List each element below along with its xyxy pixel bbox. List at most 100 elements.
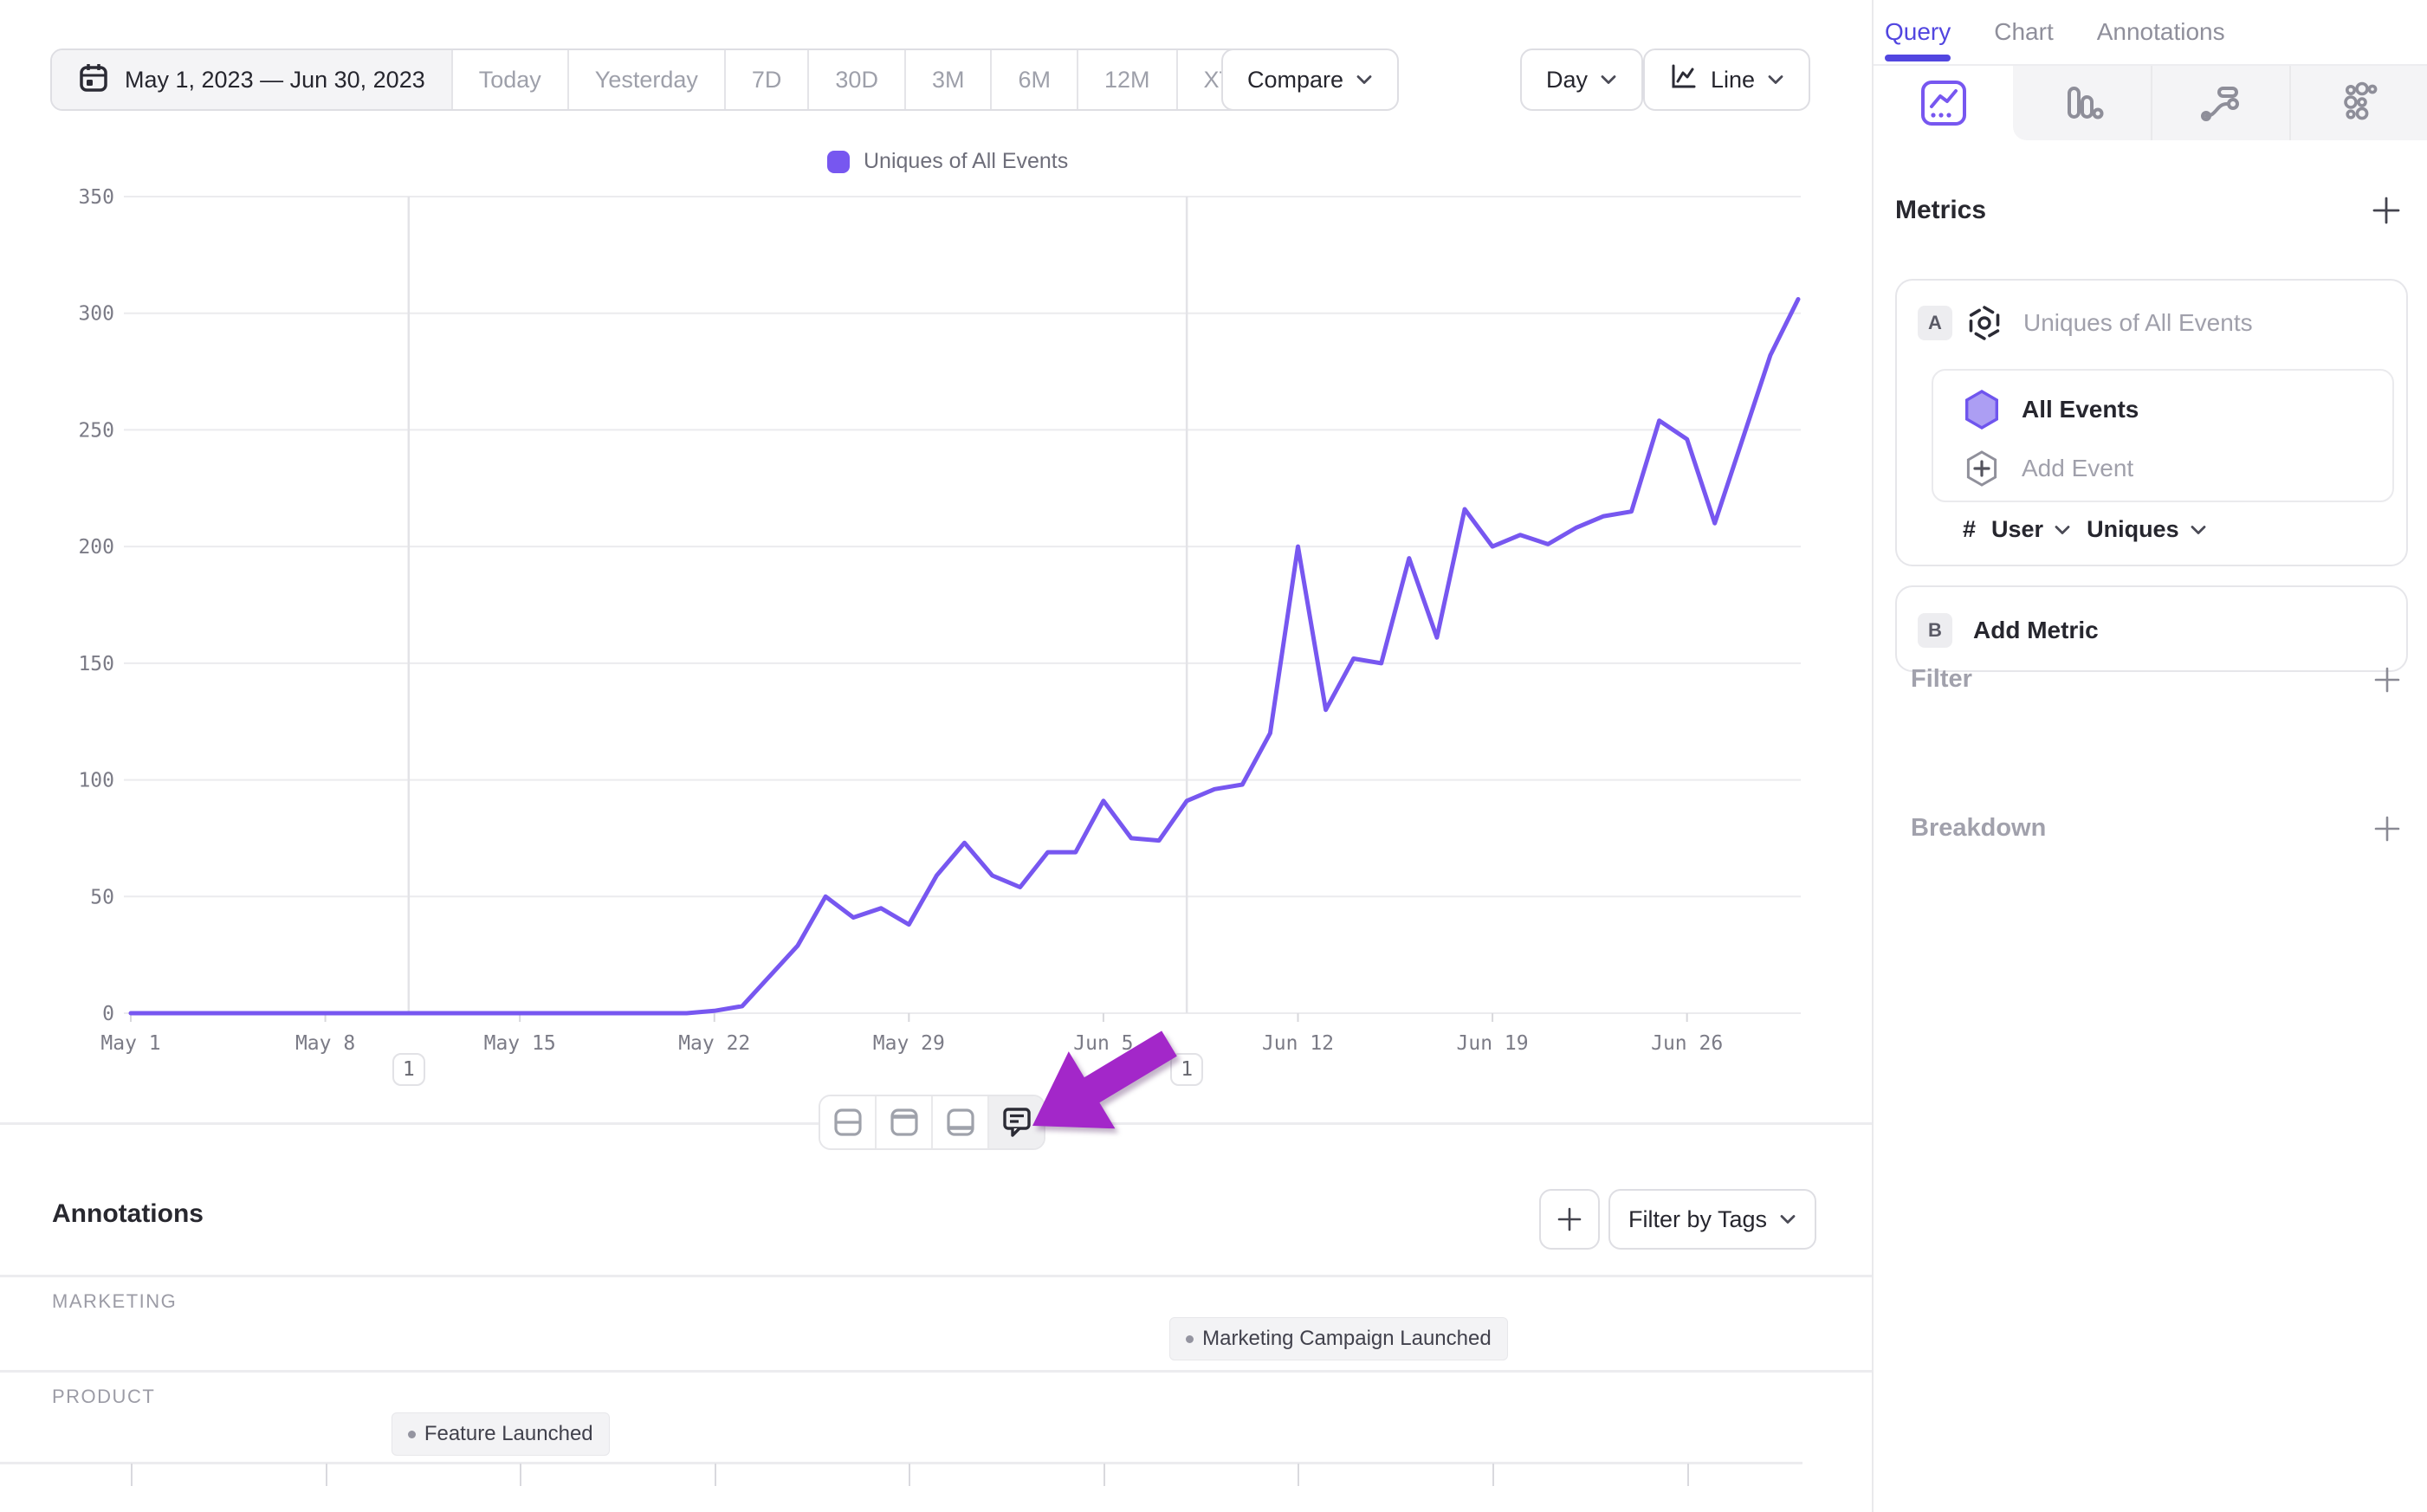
annotations-bubble-icon[interactable] — [987, 1096, 1044, 1148]
compare-button[interactable]: Compare — [1221, 48, 1399, 111]
query-side-panel: Query Chart Annotations — [1872, 0, 2427, 1512]
preset-button-7d[interactable]: 7D — [724, 50, 808, 109]
metric-settings-icon[interactable] — [1964, 303, 2004, 343]
x-tick-label: Jun 12 — [1262, 1032, 1334, 1055]
lane-label-product: PRODUCT — [52, 1386, 155, 1408]
chevron-down-icon — [2054, 525, 2071, 535]
add-event-row[interactable]: Add Event — [1963, 449, 2133, 488]
x-tick-label: Jun 26 — [1651, 1032, 1723, 1055]
metrics-header: Metrics — [1895, 196, 2401, 225]
aggregation-row: # User Uniques — [1963, 516, 2207, 543]
ruler-tick — [520, 1464, 521, 1486]
annotation-dot-icon — [408, 1431, 416, 1438]
event-hexagon-icon — [1961, 388, 2003, 431]
annotations-timeline-ruler — [0, 1462, 1802, 1464]
chart-layout-toolbar — [819, 1095, 1045, 1150]
split-rows-icon[interactable] — [820, 1096, 875, 1148]
add-annotation-button[interactable] — [1539, 1189, 1600, 1250]
x-tick-label: May 1 — [100, 1032, 160, 1055]
chevron-down-icon — [1356, 74, 1373, 85]
mixpanel-insights-app: May 1, 2023 — Jun 30, 2023 TodayYesterda… — [0, 0, 2427, 1512]
panel-tab-bar: Query Chart Annotations — [1874, 0, 2427, 66]
annotation-chip-label: Marketing Campaign Launched — [1202, 1327, 1492, 1351]
tab-annotations[interactable]: Annotations — [2097, 0, 2225, 64]
preset-button-yesterday[interactable]: Yesterday — [567, 50, 724, 109]
date-range-button[interactable]: May 1, 2023 — Jun 30, 2023 — [52, 50, 451, 109]
annotation-count-badge[interactable]: 1 — [1170, 1053, 1203, 1086]
event-list-card: All Events Add Event — [1932, 369, 2394, 502]
x-tick-label: Jun 5 — [1073, 1032, 1133, 1055]
ruler-tick — [1687, 1464, 1689, 1486]
view-type-row — [1874, 66, 2427, 140]
line-chart-icon — [1669, 62, 1699, 98]
grid-dots-view-icon[interactable] — [2289, 66, 2427, 140]
chart-type-button[interactable]: Line — [1643, 48, 1810, 111]
metric-card-a[interactable]: A Uniques of All Events All Events — [1895, 279, 2408, 566]
annotation-dot-icon — [1186, 1335, 1194, 1343]
y-tick-label: 50 — [90, 886, 114, 908]
plus-icon — [1557, 1206, 1582, 1232]
x-tick-label: May 8 — [295, 1032, 355, 1055]
add-breakdown-plus-icon[interactable] — [2373, 815, 2401, 843]
annotation-count-badge[interactable]: 1 — [392, 1053, 425, 1086]
y-tick-label: 300 — [78, 303, 114, 326]
event-row-all-events[interactable]: All Events — [1961, 388, 2139, 431]
x-tick-label: May 15 — [484, 1032, 556, 1055]
y-tick-label: 200 — [78, 536, 114, 559]
metrics-heading: Metrics — [1895, 196, 1986, 225]
metric-b-badge: B — [1918, 613, 1952, 648]
x-tick-label: May 29 — [873, 1032, 945, 1055]
lane-divider — [0, 1370, 1872, 1373]
granularity-label: Day — [1546, 67, 1588, 94]
filter-by-tags-label: Filter by Tags — [1628, 1206, 1767, 1233]
annotation-chip[interactable]: Feature Launched — [392, 1412, 610, 1456]
ruler-tick — [131, 1464, 133, 1486]
event-label: All Events — [2022, 396, 2139, 423]
chevron-down-icon — [1767, 74, 1784, 85]
y-tick-label: 150 — [78, 653, 114, 675]
preset-button-3m[interactable]: 3M — [904, 50, 991, 109]
x-tick-label: May 22 — [678, 1032, 750, 1055]
panel-bottom-icon[interactable] — [931, 1096, 987, 1148]
add-metric-plus-icon[interactable] — [2372, 196, 2401, 225]
calendar-icon — [78, 61, 109, 99]
add-metric-label: Add Metric — [1973, 617, 2099, 644]
flow-view-icon[interactable] — [2151, 66, 2290, 140]
chart-type-label: Line — [1711, 67, 1755, 94]
preset-button-30d[interactable]: 30D — [807, 50, 904, 109]
metric-a-title: Uniques of All Events — [2023, 309, 2253, 337]
add-filter-plus-icon[interactable] — [2373, 666, 2401, 694]
granularity-button[interactable]: Day — [1520, 48, 1643, 111]
line-chart-view-icon[interactable] — [1874, 66, 2013, 140]
add-event-hexagon-icon — [1963, 449, 2001, 488]
tab-chart[interactable]: Chart — [1994, 0, 2053, 64]
y-tick-label: 100 — [78, 770, 114, 792]
bar-chart-view-icon[interactable] — [2013, 66, 2151, 140]
chevron-down-icon — [1600, 74, 1617, 85]
tab-query[interactable]: Query — [1885, 0, 1951, 64]
preset-button-6m[interactable]: 6M — [990, 50, 1077, 109]
chart-legend[interactable]: Uniques of All Events — [827, 149, 1068, 174]
ruler-tick — [326, 1464, 327, 1486]
breakdown-heading: Breakdown — [1911, 814, 2046, 843]
ruler-tick — [1492, 1464, 1494, 1486]
function-dropdown[interactable]: Uniques — [2087, 516, 2207, 543]
panel-top-icon[interactable] — [875, 1096, 931, 1148]
filter-by-tags-button[interactable]: Filter by Tags — [1608, 1189, 1816, 1250]
breakdown-header: Breakdown — [1911, 814, 2401, 843]
lane-label-marketing: MARKETING — [52, 1290, 177, 1313]
y-tick-label: 350 — [78, 186, 114, 209]
series-line-Uniques of All Events — [131, 300, 1798, 1014]
preset-button-12m[interactable]: 12M — [1077, 50, 1176, 109]
entity-dropdown[interactable]: User — [1991, 516, 2071, 543]
metric-card-b-add-metric[interactable]: B Add Metric — [1895, 585, 2408, 672]
preset-button-today[interactable]: Today — [451, 50, 567, 109]
lane-divider — [0, 1275, 1872, 1277]
y-tick-label: 250 — [78, 419, 114, 442]
legend-swatch — [827, 151, 850, 173]
annotation-chip[interactable]: Marketing Campaign Launched — [1169, 1317, 1508, 1360]
compare-label: Compare — [1247, 67, 1343, 94]
date-range-label: May 1, 2023 — Jun 30, 2023 — [125, 67, 425, 94]
x-tick-label: Jun 19 — [1457, 1032, 1529, 1055]
ruler-tick — [909, 1464, 910, 1486]
